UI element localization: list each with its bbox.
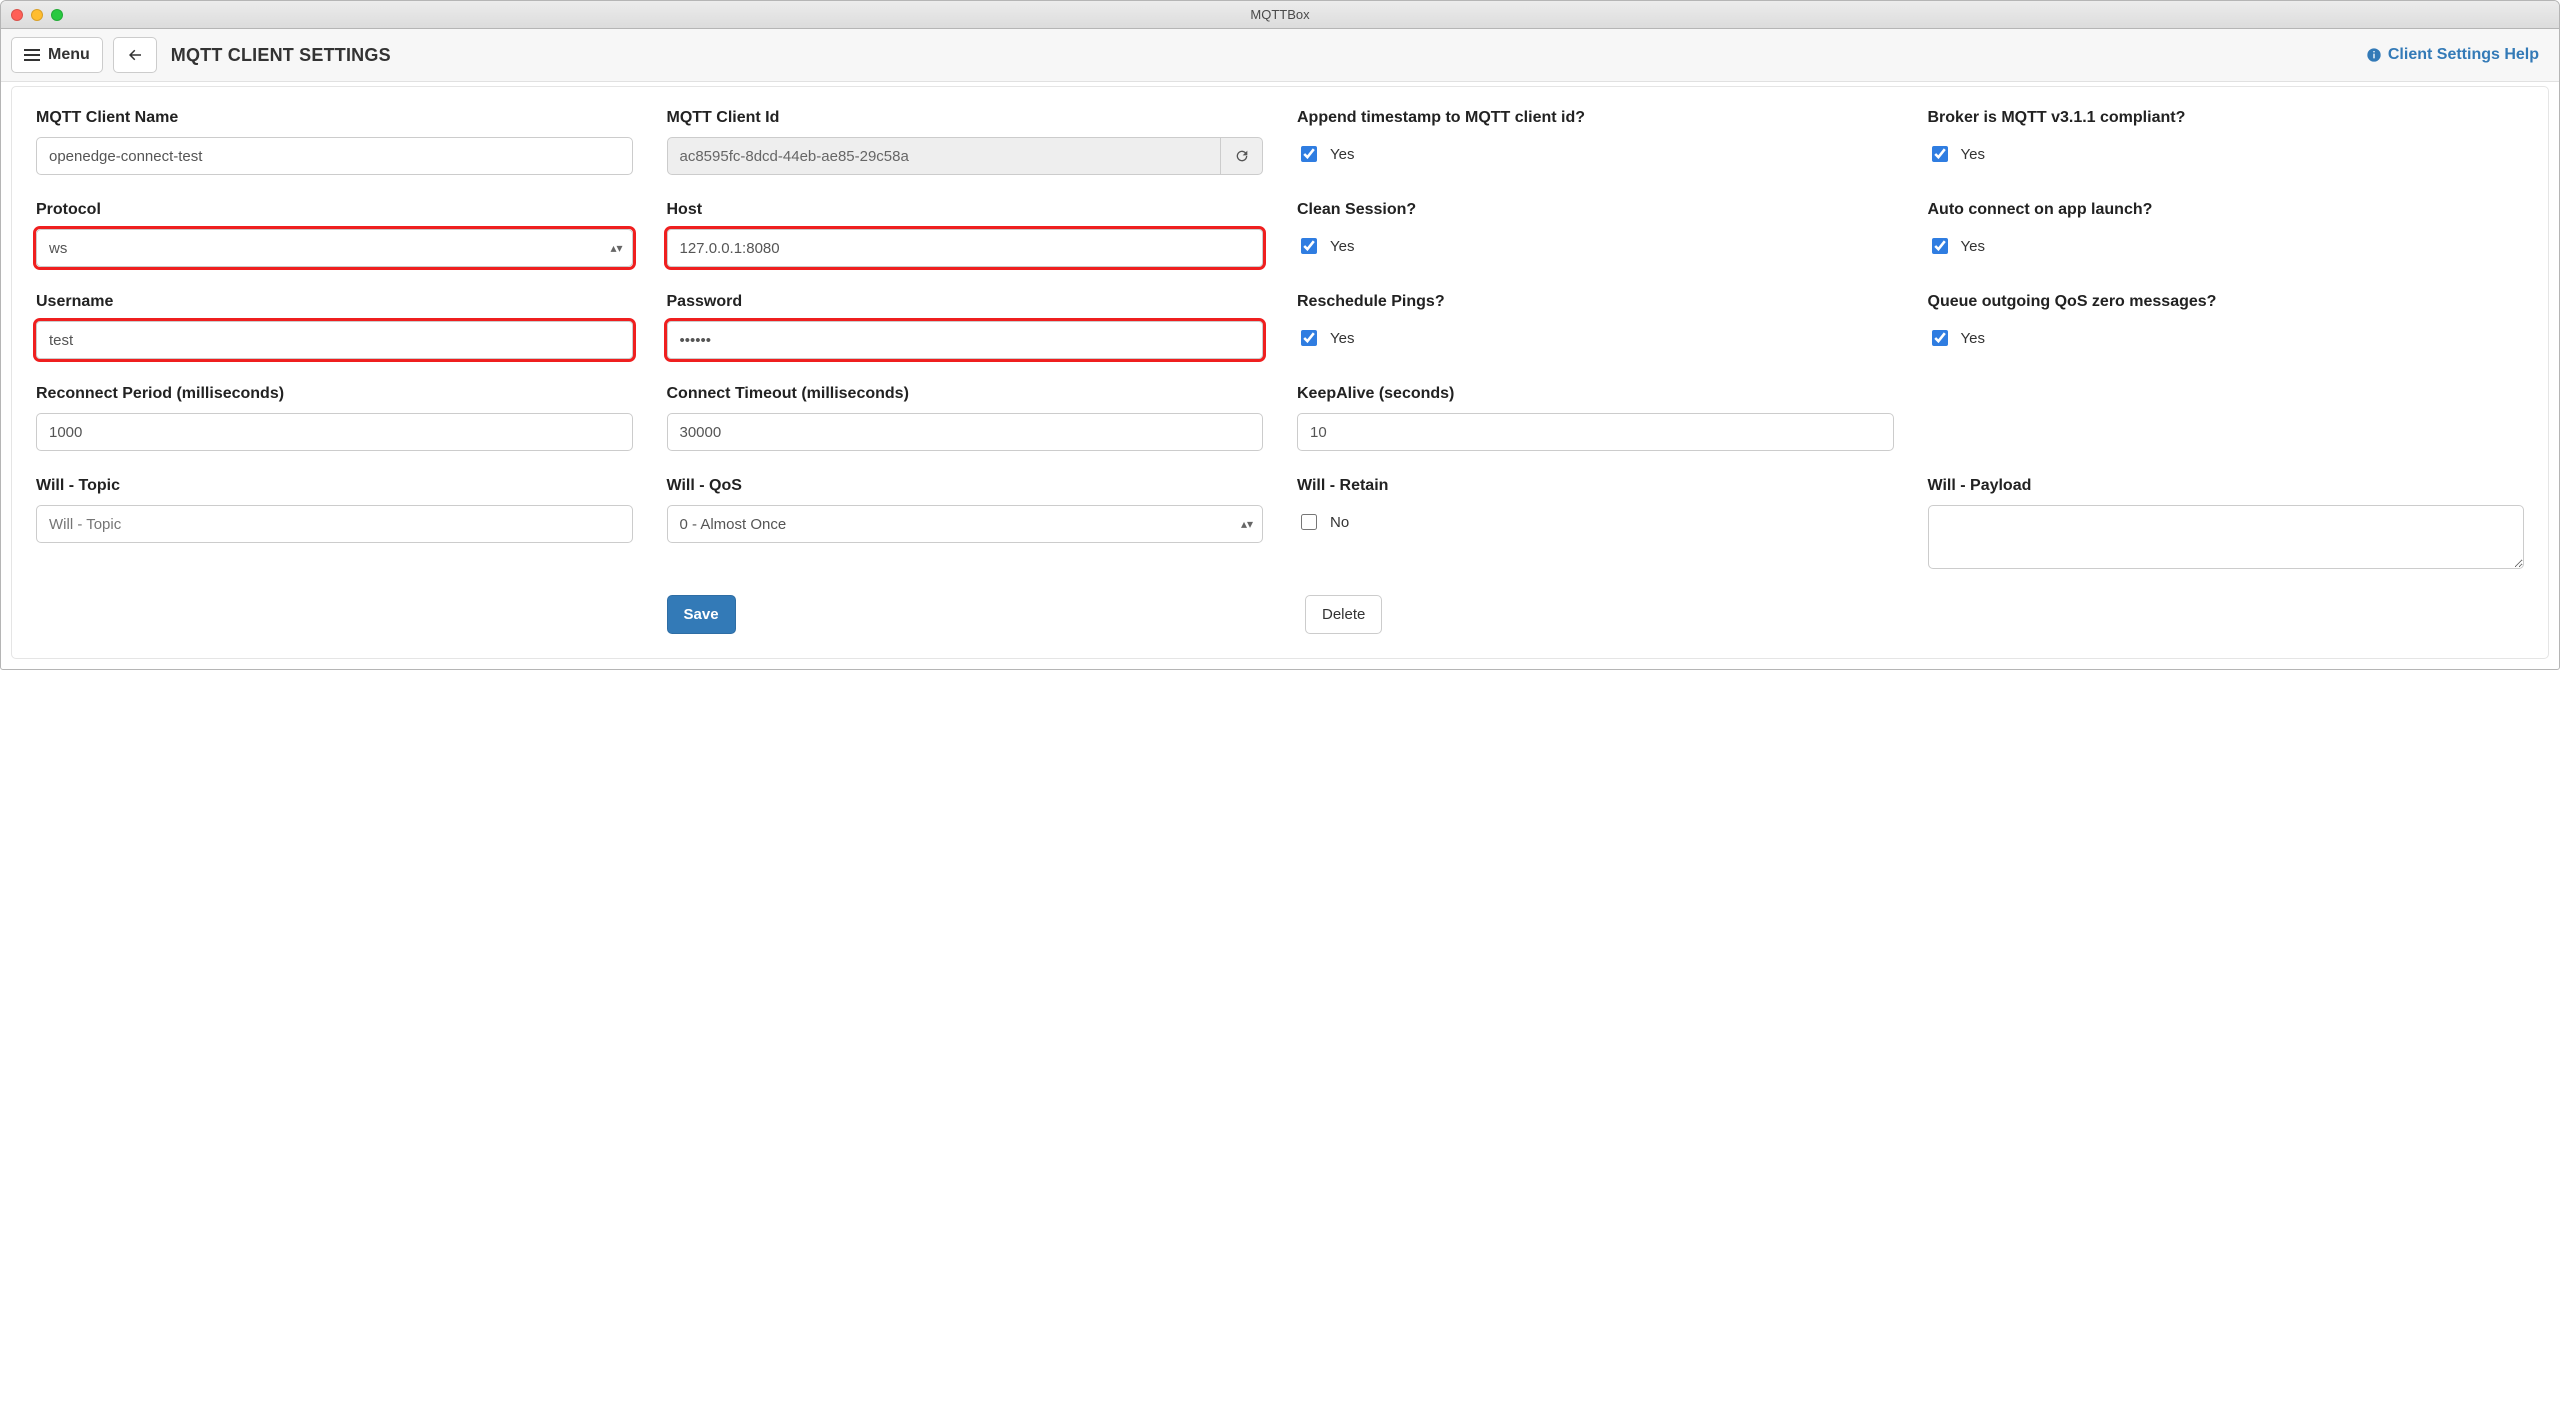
password-input[interactable] bbox=[667, 321, 1264, 359]
field-broker-311: Broker is MQTT v3.1.1 compliant? Yes bbox=[1928, 109, 2525, 165]
label-connect-timeout: Connect Timeout (milliseconds) bbox=[667, 385, 1264, 403]
will-qos-select[interactable]: 0 - Almost Once bbox=[667, 505, 1264, 543]
label-broker-311: Broker is MQTT v3.1.1 compliant? bbox=[1928, 109, 2525, 127]
delete-button[interactable]: Delete bbox=[1305, 595, 1382, 634]
field-queue-qos0: Queue outgoing QoS zero messages? Yes bbox=[1928, 293, 2525, 349]
label-will-retain: Will - Retain bbox=[1297, 477, 1894, 495]
settings-panel: MQTT Client Name MQTT Client Id Append t… bbox=[11, 86, 2549, 659]
label-will-payload: Will - Payload bbox=[1928, 477, 2525, 495]
info-icon bbox=[2366, 47, 2382, 63]
clean-session-yes: Yes bbox=[1330, 238, 1354, 255]
protocol-select[interactable]: ws bbox=[36, 229, 633, 267]
field-reschedule-pings: Reschedule Pings? Yes bbox=[1297, 293, 1894, 349]
label-keepalive: KeepAlive (seconds) bbox=[1297, 385, 1894, 403]
label-queue-qos0: Queue outgoing QoS zero messages? bbox=[1928, 293, 2525, 311]
client-id-input[interactable] bbox=[667, 137, 1222, 175]
field-client-name: MQTT Client Name bbox=[36, 109, 633, 175]
titlebar: MQTTBox bbox=[1, 1, 2559, 29]
arrow-left-icon bbox=[126, 46, 144, 64]
label-auto-connect: Auto connect on app launch? bbox=[1928, 201, 2525, 219]
field-connect-timeout: Connect Timeout (milliseconds) bbox=[667, 385, 1264, 451]
actions-row: Save Delete bbox=[36, 595, 2524, 634]
label-reschedule-pings: Reschedule Pings? bbox=[1297, 293, 1894, 311]
field-keepalive: KeepAlive (seconds) bbox=[1297, 385, 1894, 451]
field-password: Password bbox=[667, 293, 1264, 359]
broker-311-yes: Yes bbox=[1961, 146, 1985, 163]
auto-connect-yes: Yes bbox=[1961, 238, 1985, 255]
field-auto-connect: Auto connect on app launch? Yes bbox=[1928, 201, 2525, 257]
queue-qos0-checkbox[interactable] bbox=[1932, 330, 1948, 346]
close-window-icon[interactable] bbox=[11, 9, 23, 21]
label-host: Host bbox=[667, 201, 1264, 219]
back-button[interactable] bbox=[113, 37, 157, 73]
client-name-input[interactable] bbox=[36, 137, 633, 175]
label-reconnect-period: Reconnect Period (milliseconds) bbox=[36, 385, 633, 403]
settings-grid: MQTT Client Name MQTT Client Id Append t… bbox=[36, 109, 2524, 634]
field-will-retain: Will - Retain No bbox=[1297, 477, 1894, 533]
regenerate-client-id-button[interactable] bbox=[1221, 137, 1263, 175]
label-clean-session: Clean Session? bbox=[1297, 201, 1894, 219]
will-payload-textarea[interactable] bbox=[1928, 505, 2525, 569]
app-window: MQTTBox Menu MQTT CLIENT SETTINGS Client… bbox=[0, 0, 2560, 670]
label-append-timestamp: Append timestamp to MQTT client id? bbox=[1297, 109, 1894, 127]
label-will-qos: Will - QoS bbox=[667, 477, 1264, 495]
reschedule-pings-yes: Yes bbox=[1330, 330, 1354, 347]
field-append-timestamp: Append timestamp to MQTT client id? Yes bbox=[1297, 109, 1894, 165]
keepalive-input[interactable] bbox=[1297, 413, 1894, 451]
maximize-window-icon[interactable] bbox=[51, 9, 63, 21]
queue-qos0-yes: Yes bbox=[1961, 330, 1985, 347]
will-topic-input[interactable] bbox=[36, 505, 633, 543]
menu-button-label: Menu bbox=[48, 46, 90, 64]
reschedule-pings-checkbox[interactable] bbox=[1301, 330, 1317, 346]
auto-connect-checkbox[interactable] bbox=[1932, 238, 1948, 254]
field-will-topic: Will - Topic bbox=[36, 477, 633, 543]
page-title: MQTT CLIENT SETTINGS bbox=[171, 45, 391, 66]
host-input[interactable] bbox=[667, 229, 1264, 267]
field-client-id: MQTT Client Id bbox=[667, 109, 1264, 175]
window-controls bbox=[11, 9, 63, 21]
minimize-window-icon[interactable] bbox=[31, 9, 43, 21]
field-username: Username bbox=[36, 293, 633, 359]
refresh-icon bbox=[1234, 148, 1250, 164]
label-client-name: MQTT Client Name bbox=[36, 109, 633, 127]
append-timestamp-yes: Yes bbox=[1330, 146, 1354, 163]
help-link[interactable]: Client Settings Help bbox=[2366, 46, 2539, 64]
clean-session-checkbox[interactable] bbox=[1301, 238, 1317, 254]
help-link-label: Client Settings Help bbox=[2388, 46, 2539, 64]
field-host: Host bbox=[667, 201, 1264, 267]
save-button[interactable]: Save bbox=[667, 595, 736, 634]
append-timestamp-checkbox[interactable] bbox=[1301, 146, 1317, 162]
label-username: Username bbox=[36, 293, 633, 311]
field-protocol: Protocol ws ▴▾ bbox=[36, 201, 633, 267]
label-will-topic: Will - Topic bbox=[36, 477, 633, 495]
field-will-qos: Will - QoS 0 - Almost Once ▴▾ bbox=[667, 477, 1264, 543]
field-will-payload: Will - Payload bbox=[1928, 477, 2525, 569]
toolbar: Menu MQTT CLIENT SETTINGS Client Setting… bbox=[1, 29, 2559, 82]
will-retain-checkbox[interactable] bbox=[1301, 514, 1317, 530]
reconnect-period-input[interactable] bbox=[36, 413, 633, 451]
field-clean-session: Clean Session? Yes bbox=[1297, 201, 1894, 257]
menu-button[interactable]: Menu bbox=[11, 37, 103, 73]
hamburger-icon bbox=[24, 49, 40, 61]
username-input[interactable] bbox=[36, 321, 633, 359]
will-retain-no: No bbox=[1330, 514, 1349, 531]
label-password: Password bbox=[667, 293, 1264, 311]
window-title: MQTTBox bbox=[1, 7, 2559, 22]
label-protocol: Protocol bbox=[36, 201, 633, 219]
label-client-id: MQTT Client Id bbox=[667, 109, 1264, 127]
broker-311-checkbox[interactable] bbox=[1932, 146, 1948, 162]
field-reconnect-period: Reconnect Period (milliseconds) bbox=[36, 385, 633, 451]
connect-timeout-input[interactable] bbox=[667, 413, 1264, 451]
